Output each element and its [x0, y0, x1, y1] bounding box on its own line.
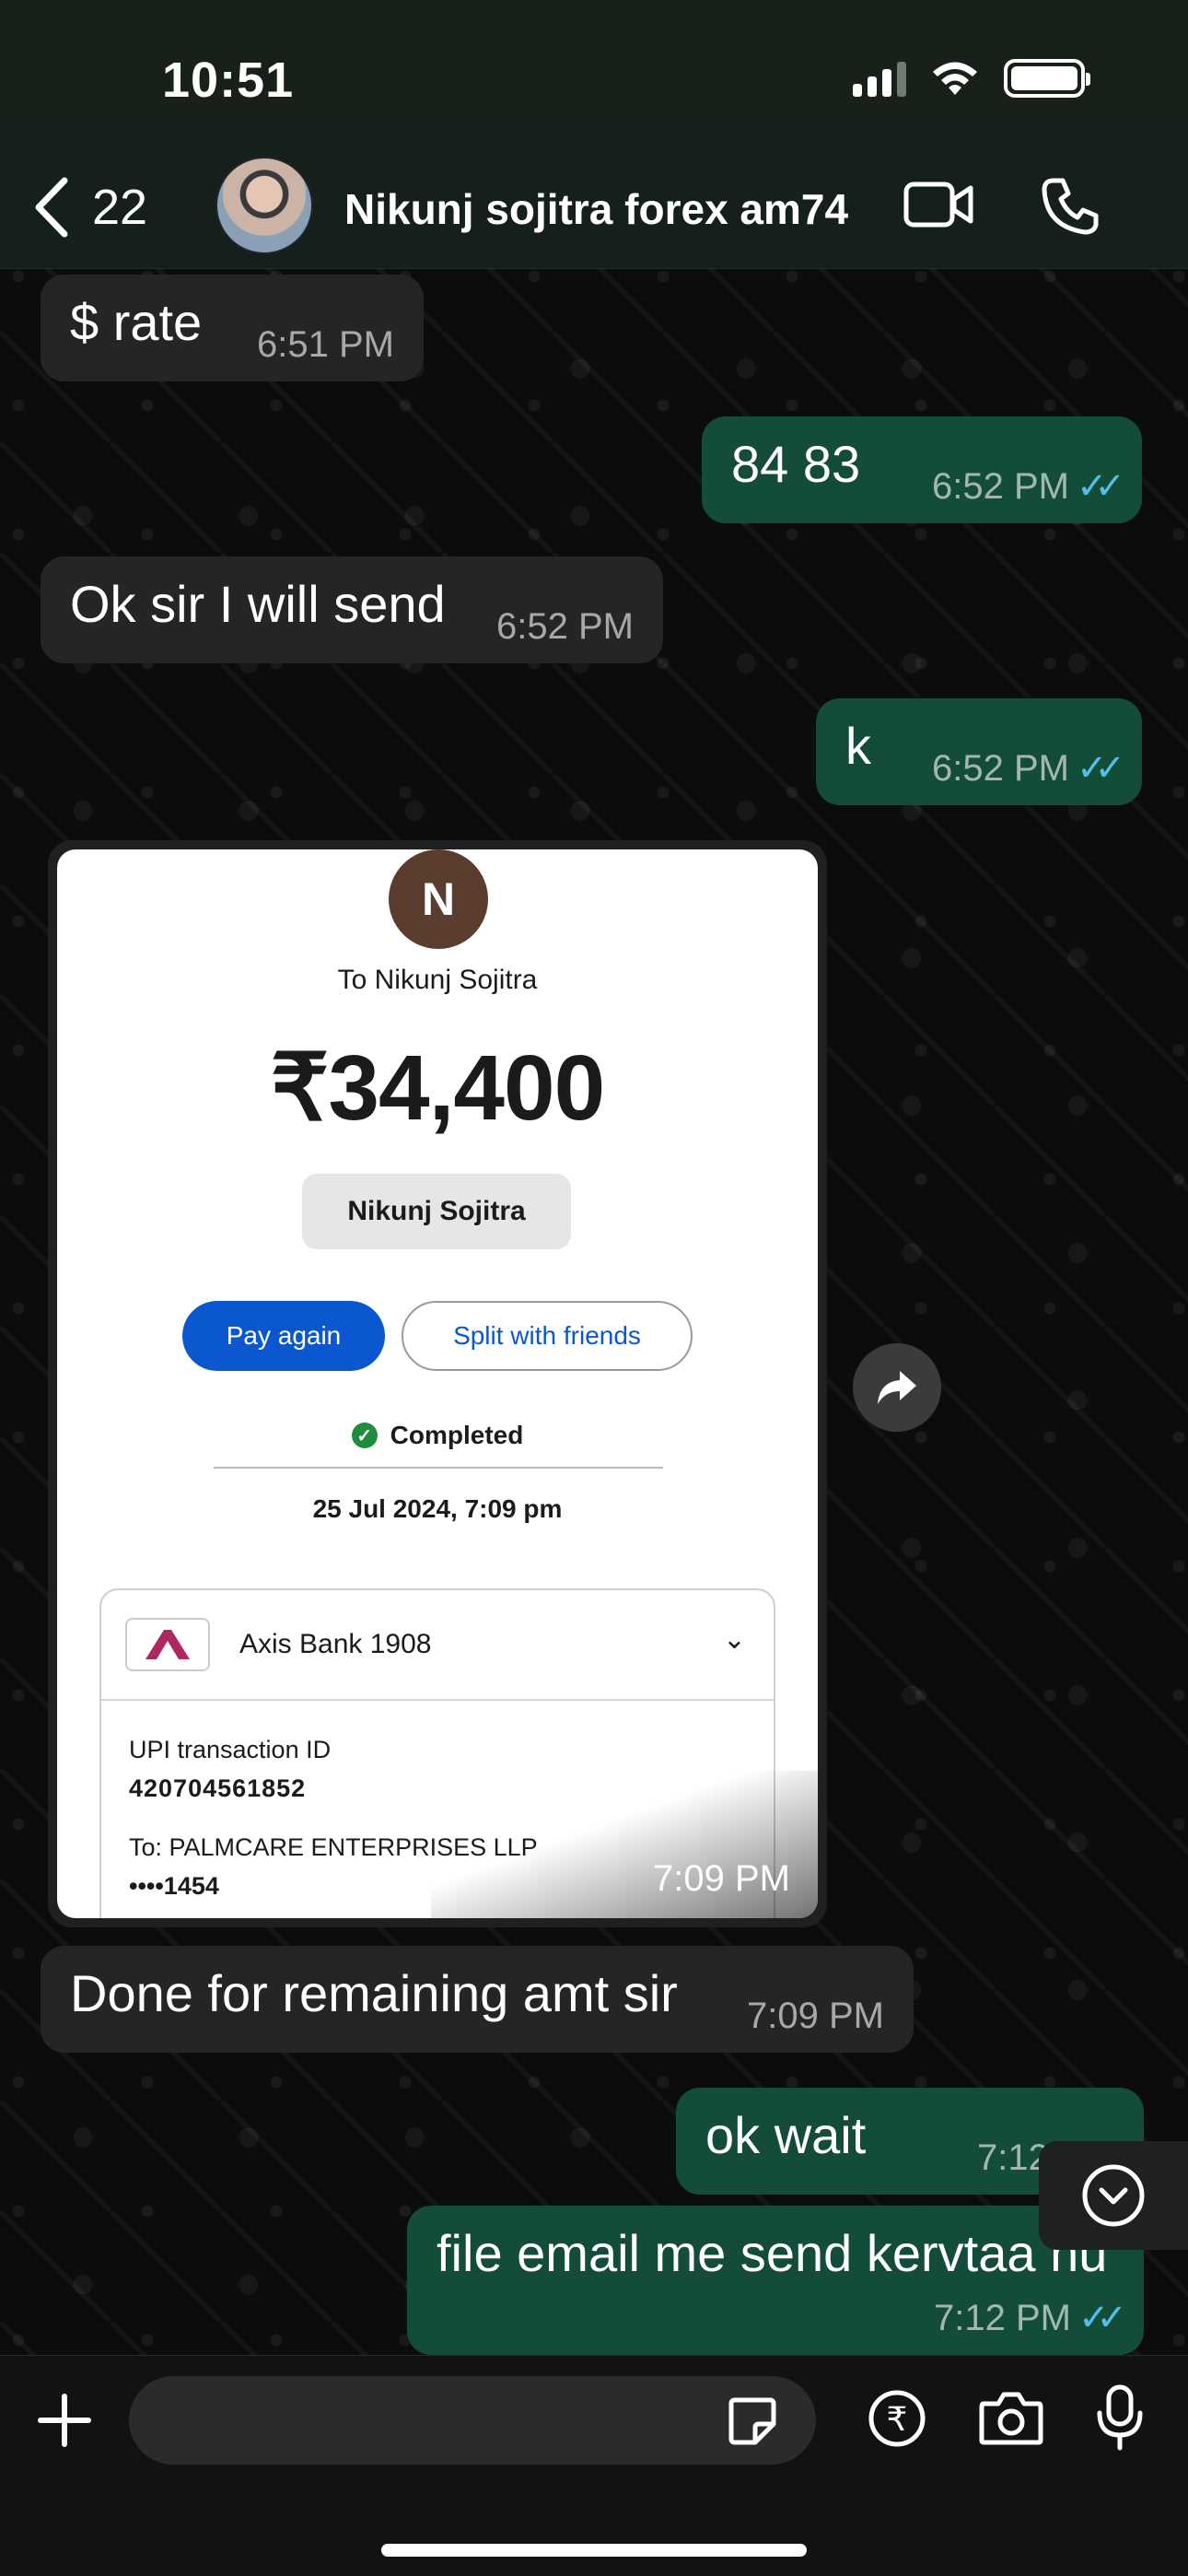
message-incoming[interactable]: Ok sir I will send 6:52 PM [41, 556, 663, 663]
message-input[interactable] [129, 2376, 816, 2465]
plus-icon[interactable] [37, 2393, 92, 2448]
chevron-down-icon: ⌄ [722, 1624, 746, 1655]
chat-header: 10:51 22 Nikunj sojitra forex am74 [0, 0, 1188, 269]
receipt-avatar: N [389, 849, 488, 949]
battery-icon [1004, 59, 1090, 98]
contact-name[interactable]: Nikunj sojitra forex am74 [344, 184, 848, 234]
bank-row: Axis Bank 1908 ⌄ [101, 1590, 774, 1701]
rupee-payment-icon[interactable]: ₹ [868, 2389, 926, 2448]
message-incoming[interactable]: $ rate 6:51 PM [41, 275, 424, 381]
bank-name: Axis Bank 1908 [239, 1629, 432, 1659]
message-outgoing[interactable]: file email me send kervtaa nu 7:12 PM ✓✓ [407, 2206, 1144, 2355]
forward-button[interactable] [853, 1343, 941, 1432]
receipt-amount: ₹34,400 [270, 1036, 605, 1140]
pay-again-button: Pay again [182, 1301, 385, 1371]
receipt-name-pill: Nikunj Sojitra [302, 1174, 571, 1249]
upi-id: 420704561852 [129, 1774, 307, 1802]
upi-label: UPI transaction ID [129, 1736, 332, 1763]
home-indicator [381, 2544, 807, 2557]
receipt-to-line: To Nikunj Sojitra [337, 965, 538, 995]
message-text: 84 83 [731, 435, 861, 493]
message-time: 6:52 PM ✓✓ [932, 466, 1125, 507]
chat-nav: 22 Nikunj sojitra forex am74 [0, 157, 1188, 258]
cellular-signal-icon [853, 60, 906, 97]
message-time: 6:52 PM ✓✓ [932, 748, 1125, 789]
message-text: k [845, 717, 871, 775]
svg-text:₹: ₹ [887, 2401, 908, 2439]
video-call-icon[interactable] [903, 177, 976, 232]
axis-bank-logo-icon [125, 1618, 210, 1671]
scroll-to-bottom-button[interactable] [1039, 2141, 1188, 2250]
microphone-icon[interactable] [1094, 2383, 1146, 2452]
chevron-down-circle-icon [1082, 2164, 1145, 2227]
message-time: 7:09 PM [653, 1858, 790, 1899]
message-text: ok wait [705, 2106, 867, 2164]
message-text: Done for remaining amt sir [70, 1964, 678, 2022]
contact-avatar[interactable] [215, 157, 313, 254]
message-time: 6:52 PM [496, 606, 634, 647]
check-circle-icon: ✓ [351, 1423, 378, 1448]
wifi-icon [933, 62, 977, 95]
camera-icon[interactable] [978, 2391, 1044, 2446]
forward-arrow-icon [878, 1371, 916, 1404]
message-incoming[interactable]: Done for remaining amt sir 7:09 PM [41, 1946, 914, 2053]
read-ticks-icon: ✓✓ [1077, 2298, 1127, 2338]
unread-count: 22 [92, 180, 148, 235]
message-text: Ok sir I will send [70, 575, 446, 633]
message-outgoing[interactable]: k 6:52 PM ✓✓ [816, 698, 1142, 805]
phone-call-icon[interactable] [1041, 177, 1100, 236]
read-ticks-icon: ✓✓ [1076, 466, 1125, 507]
back-chevron-icon [35, 177, 68, 238]
status-time: 10:51 [162, 53, 295, 108]
message-time: 7:09 PM [747, 1996, 884, 2036]
back-button[interactable]: 22 [33, 177, 147, 238]
account-number: ••••1454 [129, 1872, 219, 1900]
image-message[interactable]: N To Nikunj Sojitra ₹34,400 Nikunj Sojit… [48, 840, 827, 1927]
payment-receipt-image[interactable]: N To Nikunj Sojitra ₹34,400 Nikunj Sojit… [57, 849, 818, 1918]
receipt-date: 25 Jul 2024, 7:09 pm [312, 1494, 563, 1523]
divider [214, 1467, 663, 1469]
split-with-friends-button: Split with friends [402, 1301, 693, 1371]
receipt-status: ✓ Completed [57, 1421, 818, 1450]
composer-bar: ₹ [0, 2355, 1188, 2576]
status-icons [853, 59, 1090, 98]
message-outgoing[interactable]: 84 83 6:52 PM ✓✓ [702, 416, 1142, 523]
read-ticks-icon: ✓✓ [1076, 748, 1125, 789]
message-time: 7:12 PM ✓✓ [934, 2298, 1127, 2338]
message-text: file email me send kervtaa nu [437, 2224, 1108, 2282]
message-time: 6:51 PM [257, 324, 394, 365]
sticker-icon[interactable] [728, 2396, 777, 2446]
message-text: $ rate [70, 293, 203, 351]
